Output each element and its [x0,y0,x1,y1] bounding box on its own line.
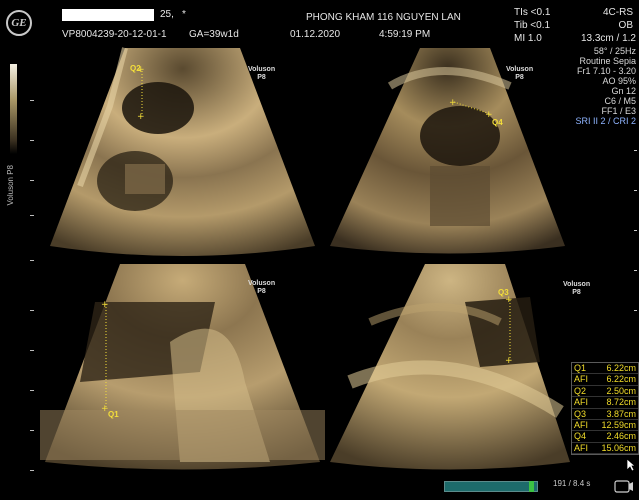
param-ff-e: FF1 / E3 [601,106,636,116]
ultrasound-image-top-right[interactable]: + + Q4 Voluson P8 [330,46,565,256]
cine-frame-counter: 191 / 8.4 s [553,479,591,488]
probe-label-q1: Voluson P8 [248,66,276,81]
measurement-row: AFI 12.59cm [572,420,638,432]
param-sri-cri: SRI II 2 / CRI 2 [575,116,636,126]
svg-text:+: + [101,300,109,310]
gestational-age: GA=39w1d [189,29,239,40]
param-gain: Gn 12 [611,86,636,96]
patient-asterisk: * [182,9,186,20]
side-probe-label: Voluson P8 [6,165,15,206]
param-frequency: Fr1 7.10 - 3.20 [576,66,636,76]
measurement-row: AFI 6.22cm [572,374,638,386]
probe-label-q2: Voluson P8 [506,66,534,81]
caliper-label-q1: Q1 [108,410,119,419]
probe-name: 4C-RS [602,7,633,18]
measurement-row: AFI 15.06cm [572,442,638,455]
caliper-label-q3: Q3 [498,288,509,297]
tib-value: Tib <0.1 [514,20,551,31]
probe-label-q4-text: Voluson P8 [563,281,591,296]
mi-value: MI 1.0 [514,33,542,44]
measurement-row: Q4 2.46cm [572,431,638,443]
ultrasound-image-top-left[interactable]: + + Q2 Voluson P8 [40,46,325,256]
cine-progress-bar[interactable] [444,481,538,492]
clip-icon[interactable] [614,480,634,494]
measurement-results: Q1 6.22cm AFI 6.22cm Q2 2.50cm AFI 8.72cm Q3… [571,362,639,456]
cursor-arrow-icon [626,458,636,472]
patient-suffix: 25, [160,9,174,20]
param-output: AO 95% [602,76,636,86]
clinic-name: PHONG KHAM 116 NGUYEN LAN [306,12,461,23]
param-map: Routine Sepia [579,56,636,66]
ge-logo-icon: GE [6,10,32,36]
patient-id: VP8004239-20-12-01-1 [62,29,167,40]
depth-value: 13.3cm / 1.2 [580,33,636,44]
parameter-panel: 58° / 25Hz Routine Sepia Fr1 7.10 - 3.20… [546,46,636,126]
ultrasound-image-bottom-left[interactable]: + + Q1 Voluson P8 [40,262,325,472]
measurement-row: Q1 6.22cm [572,363,638,375]
param-angle-rate: 58° / 25Hz [593,46,636,56]
caliper-label-q4: Q4 [492,118,503,127]
tis-value: TIs <0.1 [514,7,551,18]
cine-progress-marker[interactable] [528,481,534,492]
patient-name-redacted [62,9,154,21]
param-c-m: C6 / M5 [604,96,636,106]
measurement-row: Q2 2.50cm [572,385,638,398]
probe-label-q3: Voluson P8 [248,280,276,295]
svg-text:+: + [137,112,145,122]
exam-date: 01.12.2020 [290,29,341,40]
left-depth-scale [30,60,36,480]
measurement-row: AFI 8.72cm [572,397,638,409]
svg-text:+: + [505,356,513,366]
exam-time: 4:59:19 PM [379,29,431,40]
svg-text:+: + [449,98,457,108]
measurement-row: Q3 3.87cm [572,408,638,421]
ultrasound-image-bottom-right[interactable]: + + Q3 [330,262,570,472]
preset-name: OB [618,20,633,31]
caliper-label-q2: Q2 [130,64,141,73]
grayscale-bar [10,64,17,154]
